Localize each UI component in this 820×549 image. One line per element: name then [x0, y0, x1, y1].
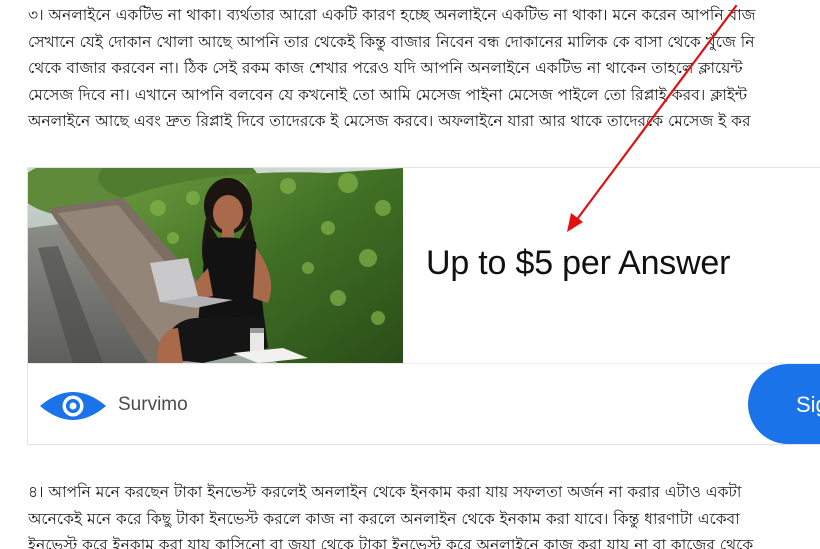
paragraph-line: ৪। আপনি মনে করছেন টাকা ইনভেস্ট করলেই অনল…	[28, 483, 742, 501]
paragraph-line: ৩। অনলাইনে একটিভ না থাকা। ব্যর্থতার আরো …	[28, 6, 756, 24]
article-paragraph-3: ৩। অনলাইনে একটিভ না থাকা। ব্যর্থতার আরো …	[28, 2, 820, 135]
ad-brand-name[interactable]: Survimo	[118, 394, 188, 416]
sponsored-ad-card[interactable]: Up to $5 per Answer Survimo Sig	[27, 167, 820, 445]
paragraph-line: অনেকেই মনে করে কিছু টাকা ইনভেস্ট করলে কা…	[28, 509, 740, 528]
paragraph-line: থেকে বাজার করবেন না। ঠিক সেই রকম কাজ শেখ…	[28, 59, 743, 77]
sign-up-button[interactable]: Sig	[748, 364, 820, 444]
eye-icon	[38, 386, 108, 426]
article-paragraph-4: ৪। আপনি মনে করছেন টাকা ইনভেস্ট করলেই অনল…	[28, 479, 820, 549]
paragraph-line: অনলাইনে আছে এবং দ্রুত রিপ্লাই দিবে তাদের…	[28, 112, 751, 130]
paragraph-line: সেখানে যেই দোকান খোলা আছে আপনি তার থেকেই…	[28, 32, 755, 51]
ad-photo-woman-with-laptop[interactable]	[28, 168, 403, 363]
paragraph-line: মেসেজ দিবে না। এখানে আপনি বলবেন যে কখনোই…	[28, 85, 748, 104]
paragraph-line: ইনভেস্ট করে ইনকাম করা যায় কাসিনো বা জুয…	[28, 536, 754, 549]
ad-divider	[28, 363, 820, 364]
ad-headline[interactable]: Up to $5 per Answer	[426, 244, 730, 283]
